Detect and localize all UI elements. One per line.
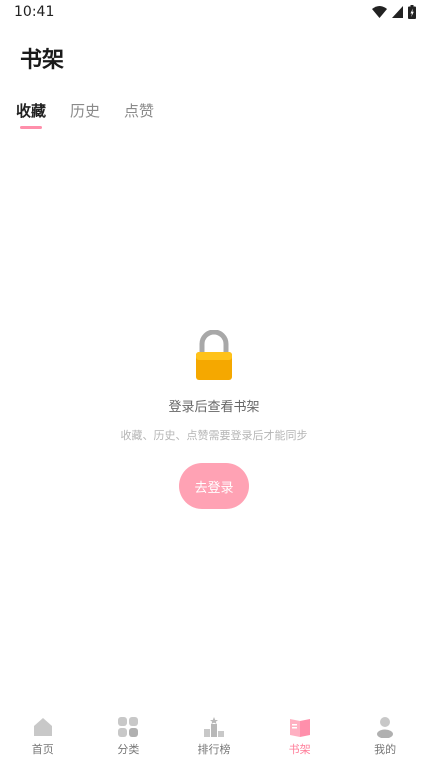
login-button[interactable]: 去登录: [179, 463, 249, 509]
status-time: 10:41: [14, 4, 55, 20]
nav-label-bookshelf: 书架: [288, 743, 311, 756]
tab-likes[interactable]: 点赞: [124, 100, 154, 127]
bottom-nav: 首页 分类 排行榜 书架 我的: [0, 710, 428, 762]
wifi-icon: [372, 6, 387, 18]
nav-item-ranking[interactable]: 排行榜: [171, 710, 257, 762]
nav-item-profile[interactable]: 我的: [342, 710, 428, 762]
active-tab-indicator: [20, 126, 43, 129]
ranking-icon: [203, 717, 224, 737]
nav-label-ranking: 排行榜: [197, 743, 231, 756]
profile-icon: [377, 717, 394, 738]
tab-bar: 收藏 历史 点赞: [16, 100, 178, 129]
tab-history-label: 历史: [70, 102, 101, 120]
nav-item-home[interactable]: 首页: [0, 710, 86, 762]
signal-icon: [392, 6, 403, 18]
lock-icon: [196, 330, 232, 380]
empty-state-title: 登录后查看书架: [168, 400, 260, 415]
tab-favorites[interactable]: 收藏: [16, 100, 47, 129]
nav-item-category[interactable]: 分类: [86, 710, 172, 762]
nav-label-profile: 我的: [374, 743, 397, 756]
tab-likes-label: 点赞: [124, 102, 155, 120]
nav-item-bookshelf[interactable]: 书架: [257, 710, 343, 762]
battery-icon: [408, 5, 416, 19]
home-icon: [33, 718, 52, 736]
empty-state-subtitle: 收藏、历史、点赞需要登录后才能同步: [120, 429, 308, 442]
nav-label-category: 分类: [117, 743, 140, 756]
tab-favorites-label: 收藏: [16, 102, 47, 120]
category-icon: [118, 717, 139, 737]
status-bar: 10:41: [0, 0, 428, 24]
status-icons: [372, 5, 416, 19]
nav-label-home: 首页: [31, 743, 54, 756]
tab-history[interactable]: 历史: [70, 100, 100, 127]
page-title: 书架: [20, 48, 65, 73]
bookshelf-icon: [289, 719, 310, 737]
empty-state: 登录后查看书架 收藏、历史、点赞需要登录后才能同步: [0, 330, 428, 443]
